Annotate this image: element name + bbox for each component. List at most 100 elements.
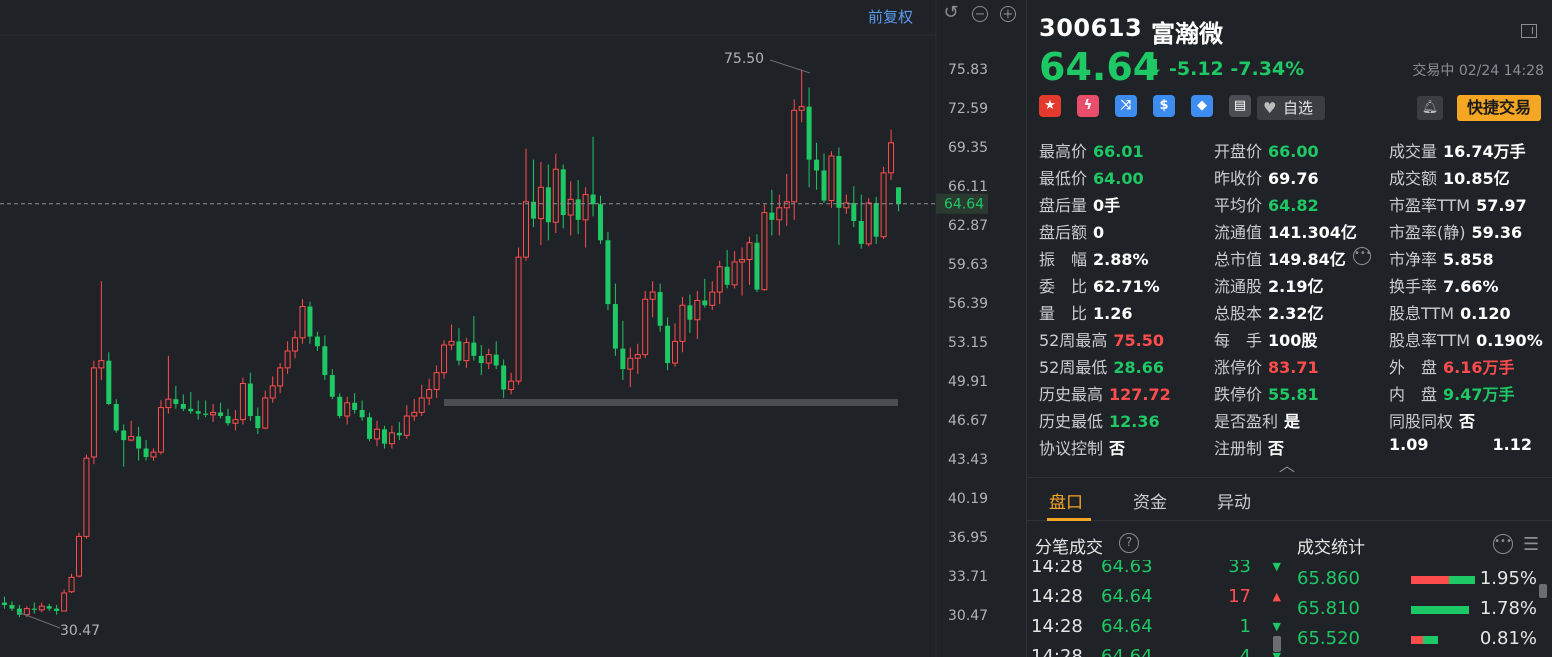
- candle-body[interactable]: [322, 346, 328, 376]
- dollar-icon[interactable]: $: [1153, 95, 1175, 117]
- help-icon[interactable]: ?: [1119, 533, 1139, 553]
- candle-body[interactable]: [754, 242, 760, 290]
- candle-body[interactable]: [31, 608, 37, 610]
- candle-body[interactable]: [731, 261, 738, 286]
- candle-body[interactable]: [598, 204, 603, 241]
- candle-body[interactable]: [783, 201, 790, 209]
- shuffle-icon[interactable]: ⤨: [1115, 95, 1137, 117]
- candle-body[interactable]: [225, 416, 231, 424]
- candle-body[interactable]: [218, 412, 224, 417]
- collapse-chevron-icon[interactable]: ︿: [1279, 452, 1295, 476]
- candle-body[interactable]: [307, 306, 313, 337]
- candle-body[interactable]: [649, 291, 656, 300]
- candle-body[interactable]: [888, 142, 895, 174]
- candle-body[interactable]: [471, 342, 477, 356]
- candle-body[interactable]: [634, 354, 641, 359]
- volume-scrollbar[interactable]: [1539, 584, 1547, 598]
- candle-body[interactable]: [344, 402, 351, 417]
- candle-body[interactable]: [269, 385, 276, 399]
- candle-body[interactable]: [873, 202, 879, 237]
- candle-body[interactable]: [508, 380, 515, 391]
- tick-list[interactable]: 14:28 64.63 33 ▼ 14:28 64.64 17 ▲ 14:28 64.64 1 ▼ 14…: [1027, 560, 1287, 657]
- candle-body[interactable]: [702, 300, 708, 306]
- more-options-icon[interactable]: •••: [1493, 534, 1513, 554]
- candle-body[interactable]: [76, 535, 82, 577]
- candle-body[interactable]: [746, 242, 753, 261]
- candle-body[interactable]: [552, 168, 559, 223]
- candle-body[interactable]: [23, 608, 30, 616]
- tab-movements[interactable]: 异动: [1217, 488, 1251, 513]
- quick-trade-button[interactable]: 快捷交易: [1457, 95, 1541, 121]
- candle-body[interactable]: [582, 194, 589, 221]
- tick-scrollbar[interactable]: [1273, 636, 1281, 652]
- tab-funds[interactable]: 资金: [1133, 488, 1167, 513]
- candle-body[interactable]: [396, 432, 402, 436]
- candle-body[interactable]: [485, 354, 492, 364]
- candle-body[interactable]: [590, 194, 596, 205]
- candle-body[interactable]: [814, 159, 820, 171]
- candle-body[interactable]: [113, 403, 119, 431]
- candle-body[interactable]: [620, 348, 626, 370]
- candle-body[interactable]: [180, 403, 186, 409]
- candle-body[interactable]: [851, 202, 857, 222]
- candle-body[interactable]: [150, 451, 157, 458]
- list-view-icon[interactable]: ☰: [1523, 534, 1539, 555]
- candle-body[interactable]: [2, 602, 7, 606]
- candle-body[interactable]: [716, 266, 723, 293]
- doc-icon[interactable]: ▤: [1229, 95, 1251, 117]
- watchlist-button[interactable]: ♥ 自选: [1257, 96, 1325, 120]
- candle-body[interactable]: [858, 221, 864, 244]
- candle-body[interactable]: [314, 336, 320, 347]
- candle-body[interactable]: [195, 411, 201, 414]
- candle-body[interactable]: [679, 304, 686, 342]
- candle-body[interactable]: [545, 187, 551, 223]
- candle-body[interactable]: [769, 212, 775, 220]
- candle-body[interactable]: [865, 202, 872, 245]
- candle-body[interactable]: [776, 207, 783, 221]
- candle-body[interactable]: [463, 342, 470, 362]
- candle-body[interactable]: [239, 383, 246, 421]
- candle-body[interactable]: [709, 291, 716, 306]
- candle-body[interactable]: [299, 305, 306, 339]
- candle-body[interactable]: [821, 170, 827, 201]
- more-info-icon[interactable]: •••: [1353, 247, 1372, 265]
- candle-body[interactable]: [880, 172, 887, 238]
- candle-body[interactable]: [687, 305, 693, 320]
- lightning-icon[interactable]: ϟ: [1077, 95, 1099, 117]
- candle-body[interactable]: [210, 411, 217, 416]
- candle-body[interactable]: [121, 430, 127, 441]
- china-flag-icon[interactable]: ★: [1039, 95, 1061, 117]
- candle-body[interactable]: [61, 592, 68, 612]
- kline-chart-area[interactable]: 前复权 ↺ − + 64.64 75.50 30.47 75.83 72.59 69…: [0, 0, 1025, 657]
- candle-body[interactable]: [761, 212, 768, 291]
- candle-body[interactable]: [247, 383, 253, 417]
- candle-body[interactable]: [411, 411, 418, 417]
- candle-body[interactable]: [418, 397, 425, 413]
- candle-body[interactable]: [523, 201, 529, 258]
- candle-body[interactable]: [501, 365, 507, 390]
- candle-body[interactable]: [694, 299, 701, 321]
- candle-body[interactable]: [448, 340, 455, 346]
- candle-body[interactable]: [292, 337, 299, 352]
- candle-body[interactable]: [143, 448, 149, 457]
- candle-body[interactable]: [515, 256, 522, 382]
- panel-collapse-icon[interactable]: [1521, 24, 1537, 38]
- candle-body[interactable]: [203, 413, 209, 415]
- candle-body[interactable]: [575, 199, 581, 220]
- candle-body[interactable]: [352, 402, 358, 411]
- candle-body[interactable]: [367, 417, 373, 439]
- candle-body[interactable]: [560, 169, 566, 216]
- candle-body[interactable]: [657, 292, 663, 326]
- candle-body[interactable]: [374, 428, 380, 440]
- candle-body[interactable]: [456, 341, 462, 361]
- candle-body[interactable]: [90, 367, 97, 458]
- candle-body[interactable]: [441, 344, 448, 374]
- candle-body[interactable]: [9, 605, 15, 609]
- candle-body[interactable]: [672, 340, 678, 364]
- candle-body[interactable]: [157, 407, 164, 453]
- candle-body[interactable]: [426, 389, 433, 399]
- candle-body[interactable]: [627, 357, 634, 370]
- candle-body[interactable]: [612, 304, 618, 349]
- alert-bell-button[interactable]: 🔔︎: [1417, 96, 1443, 120]
- candle-body[interactable]: [605, 240, 611, 305]
